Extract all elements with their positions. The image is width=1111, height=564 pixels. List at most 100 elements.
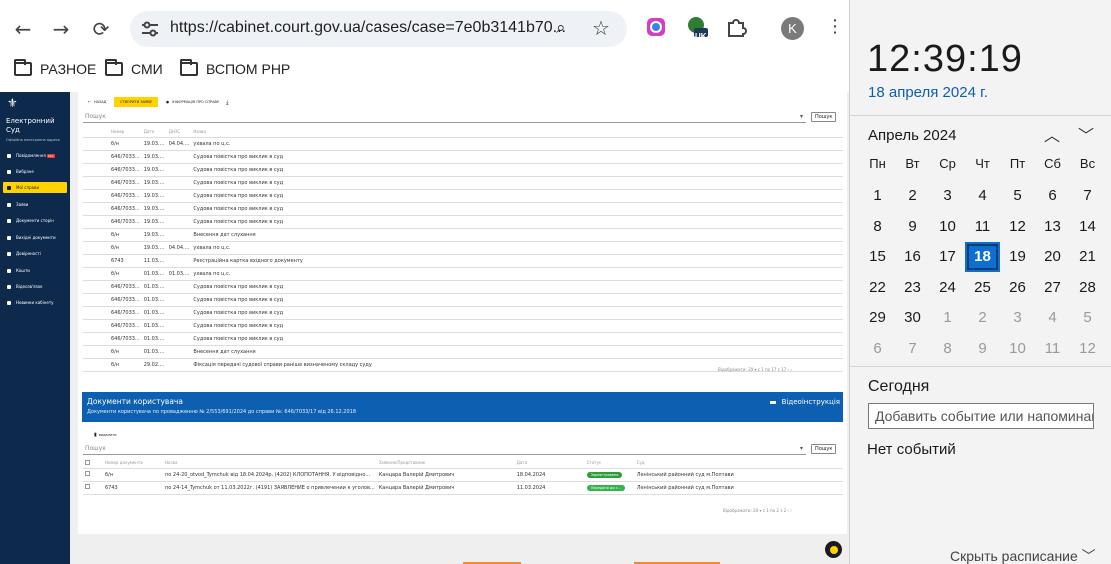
- sidebar-item-applications[interactable]: Заяви: [3, 199, 67, 210]
- calendar-day[interactable]: 11: [965, 211, 1000, 242]
- extensions-puzzle-icon[interactable]: [725, 16, 747, 38]
- calendar-day[interactable]: 12: [1000, 211, 1035, 242]
- bookmark-folder[interactable]: РАЗНОЕ: [14, 59, 96, 77]
- documents-pagination[interactable]: Відображати: 20 ▾ с 1 по 2 з 2 ‹ ›: [723, 508, 792, 513]
- calendar-day[interactable]: 6: [860, 333, 895, 364]
- calendar-day[interactable]: 29: [860, 303, 895, 334]
- dropdown-arrow-icon[interactable]: ▾: [800, 445, 803, 452]
- table-row[interactable]: б/н 01.03.... 01.03.... ухвала по ц.с.: [83, 267, 843, 281]
- table-row[interactable]: 646/7033... 01.03.... Судова повістка про …: [83, 293, 843, 307]
- calendar-day[interactable]: 27: [1035, 272, 1070, 303]
- sidebar-item-party-docs[interactable]: Документи сторін: [3, 215, 67, 226]
- calendar-day[interactable]: 2: [895, 181, 930, 212]
- calendar-day[interactable]: 25: [965, 272, 1000, 303]
- chevron-up-icon[interactable]: ︿: [1042, 124, 1062, 145]
- calendar-day[interactable]: 6: [1035, 181, 1070, 212]
- calendar-day[interactable]: 8: [930, 333, 965, 364]
- events-search-input[interactable]: Пошук: [83, 113, 806, 123]
- calendar-day[interactable]: 9: [895, 211, 930, 242]
- chevron-down-icon[interactable]: ﹀: [1076, 124, 1096, 145]
- menu-kebab-icon[interactable]: ⋮: [826, 16, 844, 37]
- calendar-day[interactable]: 22: [860, 272, 895, 303]
- calendar-day[interactable]: 3: [930, 181, 965, 212]
- sidebar-item-video[interactable]: Відеозв'язок: [3, 281, 67, 292]
- calendar-day[interactable]: 12: [1070, 333, 1105, 364]
- forward-icon[interactable]: →: [45, 13, 77, 45]
- events-pagination[interactable]: Відображати: 20 ▾ с 1 по 17 с 17 ‹ ›: [718, 367, 792, 372]
- calendar-day[interactable]: 13: [1035, 211, 1070, 242]
- calendar-day[interactable]: 8: [860, 211, 895, 242]
- sidebar-item-outgoing-docs[interactable]: Вихідні документи: [3, 232, 67, 243]
- calendar-day[interactable]: 19: [1000, 242, 1035, 273]
- calendar-day[interactable]: 1: [860, 181, 895, 212]
- extension-color-icon[interactable]: [645, 16, 667, 38]
- calendar-day[interactable]: 16: [895, 242, 930, 273]
- calendar-day[interactable]: 5: [1000, 181, 1035, 212]
- table-row[interactable]: б/н 19.03.... Внесення дат слухання: [83, 228, 843, 242]
- help-chat-button[interactable]: [825, 541, 842, 558]
- calendar-day[interactable]: 15: [860, 242, 895, 273]
- calendar-day[interactable]: 24: [930, 272, 965, 303]
- table-row[interactable]: б/н 19.03.... 04.04.... ухвала по ц.с.: [83, 137, 843, 151]
- address-bar[interactable]: https://cabinet.court.gov.ua/cases/case=…: [130, 11, 627, 47]
- calendar-day[interactable]: 17: [930, 242, 965, 273]
- table-row[interactable]: 646/7033... 19.03.... Судова повістка про …: [83, 150, 843, 164]
- calendar-day[interactable]: 28: [1070, 272, 1105, 303]
- calendar-day[interactable]: 20: [1035, 242, 1070, 273]
- back-icon[interactable]: ←: [7, 13, 39, 45]
- calendar-day[interactable]: 26: [1000, 272, 1035, 303]
- table-row[interactable]: 6743 11.03.... Реєстраційна картка вхідног…: [83, 254, 843, 268]
- reload-icon[interactable]: ⟳: [85, 13, 117, 45]
- hide-schedule-button[interactable]: Скрыть расписание ﹀: [950, 546, 1096, 564]
- delete-button[interactable]: ▮ видалити: [94, 432, 117, 438]
- column-header[interactable]: Заявник/Представник: [376, 458, 515, 469]
- column-header[interactable]: Номер: [109, 127, 142, 138]
- sidebar-item-my-cases[interactable]: Мої справи: [3, 182, 67, 193]
- column-header[interactable]: Дата: [141, 127, 167, 138]
- sidebar-item-notifications[interactable]: Повідомлення 99+: [3, 150, 67, 161]
- sidebar-item-news[interactable]: Новинки кабінету: [3, 297, 67, 308]
- create-application-button[interactable]: СТВОРИТИ ЗАЯВУ: [114, 97, 158, 107]
- table-row[interactable]: б/н 19.03.... 04.04.... ухвала по ц.с.: [83, 241, 843, 255]
- calendar-day[interactable]: 4: [965, 181, 1000, 212]
- table-row[interactable]: 6743 по 24-14_Tymchuk от 11.03.2022г. (41…: [83, 481, 843, 495]
- calendar-day[interactable]: 3: [1000, 303, 1035, 334]
- calendar-day[interactable]: 30: [895, 303, 930, 334]
- documents-search-button[interactable]: Пошук: [811, 444, 837, 454]
- table-row[interactable]: 646/7033... 01.03.... Судова повістка про …: [83, 306, 843, 320]
- column-header[interactable]: Назва: [191, 127, 843, 138]
- calendar-day[interactable]: 11: [1035, 333, 1070, 364]
- calendar-day[interactable]: 21: [1070, 242, 1105, 273]
- table-row[interactable]: б/н по 24-20_otvod_Tymchuk від 18.04.2024…: [83, 468, 843, 482]
- events-search-button[interactable]: Пошук: [811, 112, 837, 122]
- column-header[interactable]: Суд: [634, 458, 843, 469]
- calendar-day[interactable]: 10: [1000, 333, 1035, 364]
- calendar-day-today[interactable]: 18: [965, 241, 1000, 272]
- case-info-button[interactable]: ● ІНФОРМАЦІЯ ПРО СПРАВУ: [166, 100, 219, 104]
- documents-search-input[interactable]: Пошук: [83, 445, 806, 455]
- table-row[interactable]: 646/7033... 01.03.... Судова повістка про …: [83, 332, 843, 346]
- bookmark-star-icon[interactable]: ☆: [592, 16, 610, 40]
- month-title[interactable]: Апрель 2024: [868, 127, 956, 144]
- column-header[interactable]: Номер документа: [103, 458, 163, 469]
- download-icon[interactable]: ⤓: [226, 99, 229, 107]
- url-text[interactable]: https://cabinet.court.gov.ua/cases/case=…: [170, 19, 566, 37]
- column-header[interactable]: Дата: [514, 458, 585, 469]
- calendar-day[interactable]: 1: [930, 303, 965, 334]
- table-row[interactable]: 646/7033... 19.03.... Судова повістка про …: [83, 215, 843, 229]
- calendar-day[interactable]: 5: [1070, 303, 1105, 334]
- calendar-day[interactable]: 4: [1035, 303, 1070, 334]
- calendar-day[interactable]: 10: [930, 211, 965, 242]
- table-row[interactable]: 646/7033... 19.03.... Судова повістка про …: [83, 202, 843, 216]
- column-header[interactable]: Статус: [584, 458, 635, 469]
- bookmark-folder[interactable]: ВСПОМ РНР: [180, 59, 290, 77]
- row-checkbox[interactable]: [85, 471, 90, 476]
- profile-avatar[interactable]: K: [781, 17, 804, 40]
- zoom-icon[interactable]: ⌕: [556, 18, 566, 38]
- calendar-day[interactable]: 23: [895, 272, 930, 303]
- table-row[interactable]: 646/7033... 19.03.... Судова повістка про …: [83, 163, 843, 177]
- table-row[interactable]: б/н 01.03.... Внесення дат слухання: [83, 345, 843, 359]
- table-row[interactable]: 646/7033... 19.03.... Судова повістка про …: [83, 176, 843, 190]
- calendar-day[interactable]: 9: [965, 333, 1000, 364]
- calendar-day[interactable]: 2: [965, 303, 1000, 334]
